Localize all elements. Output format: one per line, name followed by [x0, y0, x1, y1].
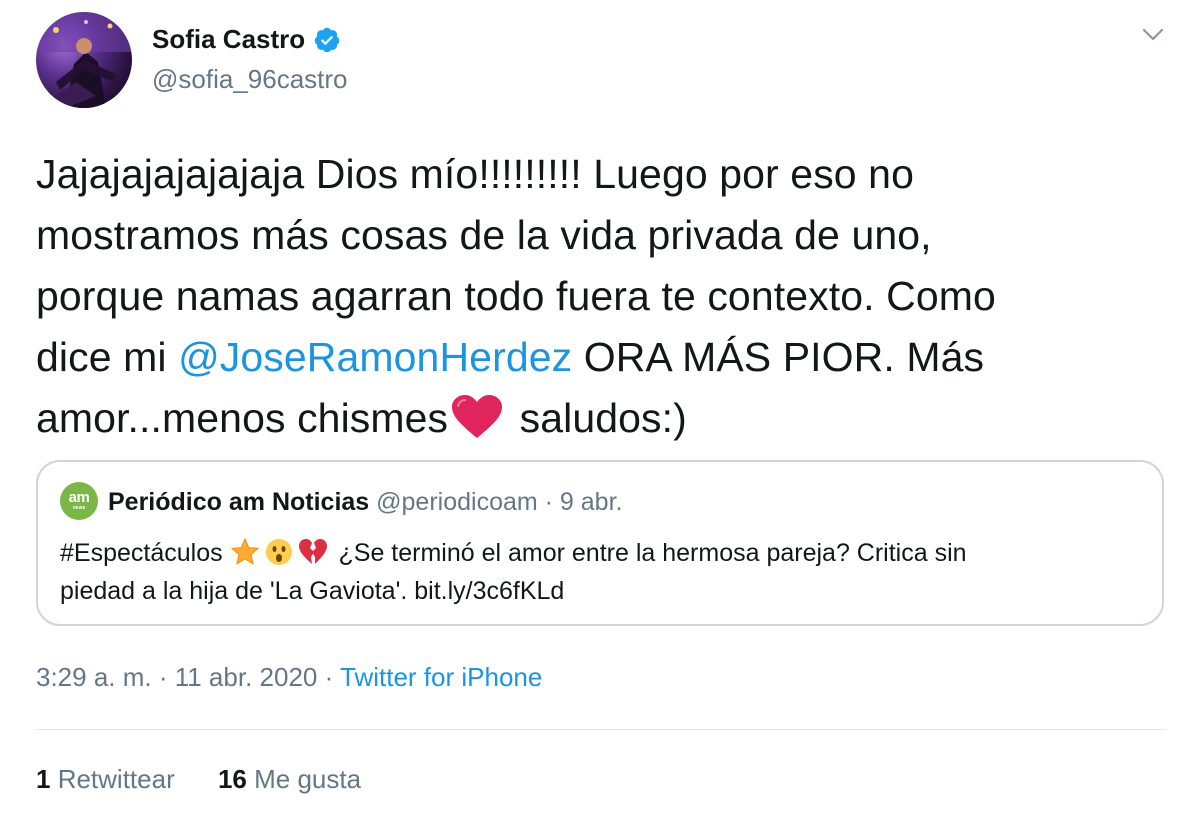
tweet-text-segment: dice mi [36, 334, 179, 380]
quoted-text-line: #Espectáculos ¿Se terminó el amor entre … [60, 534, 1150, 572]
source-link[interactable]: Twitter for iPhone [340, 662, 542, 692]
quoted-text-segment: #Espectáculos [60, 539, 230, 567]
astonished-face-icon [265, 539, 292, 565]
tweet-text-line: Jajajajajajajaja Dios mío!!!!!!!!! Luego… [36, 151, 914, 197]
retweets-stat[interactable]: 1 Retwittear [36, 764, 175, 794]
retweets-count: 1 [36, 764, 51, 794]
tweet-timestamp-row: 3:29 a. m. · 11 abr. 2020 · Twitter for … [36, 662, 542, 693]
tweet-text-segment: ORA MÁS PIOR. Más [572, 334, 985, 380]
tweet-text-segment: amor...menos chismes [36, 395, 449, 441]
likes-count: 16 [217, 764, 247, 794]
divider [36, 729, 1166, 730]
quoted-tweet-text: #Espectáculos ¿Se terminó el amor entre … [60, 534, 1150, 610]
quoted-tweet-card[interactable]: am news Periódico am Noticias @periodico… [36, 460, 1164, 626]
chevron-down-icon[interactable] [1140, 24, 1166, 46]
quoted-avatar-logo-subtext: news [72, 505, 86, 511]
tweet-card: Sofia Castro @sofia_96castro Jajajajajaj… [0, 0, 1200, 826]
author-name[interactable]: Sofia Castro [152, 24, 341, 55]
tweet-text-segment: saludos:) [508, 395, 687, 441]
tweet-timestamp[interactable]: 3:29 a. m. · 11 abr. 2020 · [36, 662, 340, 692]
mention-link[interactable]: @JoseRamonHerdez [178, 334, 572, 380]
likes-stat[interactable]: 16 Me gusta [218, 764, 361, 794]
tweet-text: Jajajajajajajaja Dios mío!!!!!!!!! Luego… [36, 144, 1166, 449]
retweets-label: Retwittear [50, 764, 175, 794]
quoted-author-meta: @periodicoam · 9 abr. [369, 488, 623, 516]
tweet-text-line: mostramos más cosas de la vida privada d… [36, 212, 932, 258]
quoted-avatar-logo-text: am [68, 489, 90, 506]
tweet-stats-row: 1 Retwittear 16 Me gusta [36, 764, 397, 795]
heart-icon [452, 395, 503, 438]
likes-label: Me gusta [246, 764, 362, 794]
author-name-text[interactable]: Sofia Castro [152, 24, 305, 55]
quoted-author-name[interactable]: Periódico am Noticias [108, 488, 369, 516]
tweet-text-line: amor...menos chismes saludos:) [36, 388, 1166, 449]
broken-heart-icon [298, 539, 327, 564]
author-handle[interactable]: @sofia_96castro [152, 64, 348, 95]
tweet-text-line: porque namas agarran todo fuera te conte… [36, 273, 996, 319]
quoted-text-line: piedad a la hija de 'La Gaviota'. bit.ly… [60, 577, 565, 605]
tweet-text-line: dice mi @JoseRamonHerdez ORA MÁS PIOR. M… [36, 327, 1166, 388]
quoted-text-segment: ¿Se terminó el amor entre la hermosa par… [331, 539, 967, 567]
quoted-tweet-header: Periódico am Noticias @periodicoam · 9 a… [108, 488, 622, 517]
quoted-author-avatar[interactable]: am news [60, 482, 98, 520]
verified-badge-icon [314, 27, 340, 52]
star-icon [230, 537, 259, 565]
author-avatar[interactable] [36, 12, 132, 108]
